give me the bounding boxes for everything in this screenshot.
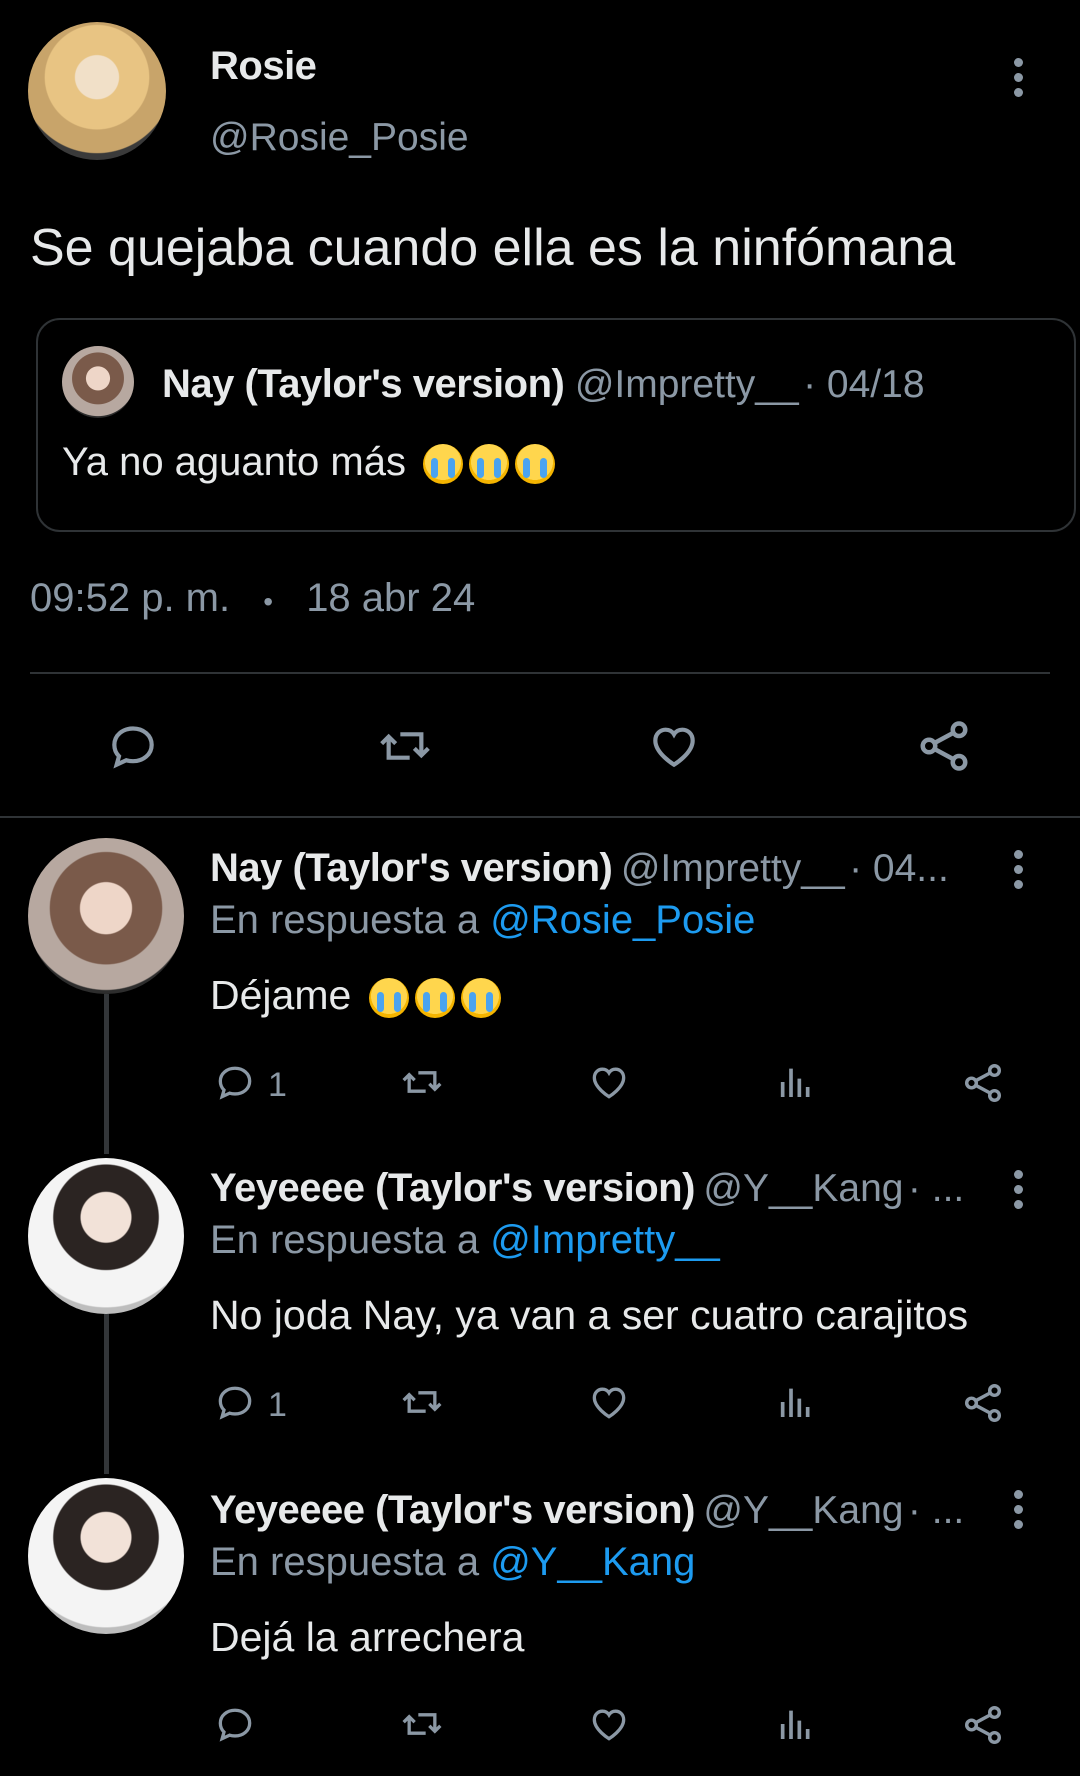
quoted-avatar <box>62 346 134 418</box>
crying-emoji-icon <box>368 978 409 1019</box>
share-button[interactable] <box>960 1060 1006 1111</box>
retweet-button[interactable] <box>396 1380 448 1429</box>
avatar[interactable] <box>28 1158 184 1314</box>
crying-emoji-icon <box>423 444 464 485</box>
reply-text: No joda Nay, ya van a ser cuatro carajit… <box>210 1292 969 1338</box>
divider <box>0 816 1080 818</box>
reply-button[interactable] <box>212 1380 258 1429</box>
reply-text: Dejá la arrechera <box>210 1614 525 1660</box>
more-options-icon[interactable] <box>1011 1170 1025 1215</box>
crying-emoji-icon <box>469 444 510 485</box>
quoted-author-name: Nay (Taylor's version) <box>162 362 565 406</box>
author-handle[interactable]: @Rosie_Posie <box>210 116 469 160</box>
reply-to-link[interactable]: @Y__Kang <box>490 1540 695 1584</box>
reply-text: Déjame <box>210 972 352 1018</box>
share-button[interactable] <box>960 1702 1006 1753</box>
reply-count: 1 <box>268 1066 287 1104</box>
author-handle[interactable]: @Impretty__ <box>621 847 845 890</box>
like-button[interactable] <box>586 1060 632 1109</box>
share-button[interactable] <box>960 1380 1006 1431</box>
reply-prefix: En respuesta a <box>210 1540 480 1584</box>
reply-button[interactable] <box>104 718 162 779</box>
author-handle[interactable]: @Y__Kang <box>703 1489 903 1532</box>
divider <box>30 672 1050 674</box>
tweet-text: Se quejaba cuando ella es la ninfómana <box>30 219 956 277</box>
thread-line <box>104 994 109 1154</box>
quoted-date: · 04/18 <box>803 363 925 406</box>
author-handle[interactable]: @Y__Kang <box>703 1167 903 1210</box>
views-button[interactable] <box>776 1704 816 1749</box>
reply-to-link[interactable]: @Rosie_Posie <box>490 898 755 942</box>
author-name[interactable]: Nay (Taylor's version) <box>210 846 613 890</box>
more-options-icon[interactable] <box>1011 1490 1025 1535</box>
retweet-button[interactable] <box>396 1060 448 1109</box>
quoted-tweet[interactable]: Nay (Taylor's version) @Impretty__ · 04/… <box>36 318 1076 532</box>
crying-emoji-icon <box>460 978 501 1019</box>
reply-to-link[interactable]: @Impretty__ <box>490 1218 720 1262</box>
share-button[interactable] <box>914 716 974 781</box>
tweet-time: 09:52 p. m. <box>30 576 231 620</box>
reply-count: 1 <box>268 1386 287 1424</box>
reply-prefix: En respuesta a <box>210 1218 480 1262</box>
author-name[interactable]: Rosie <box>210 44 317 89</box>
crying-emoji-icon <box>515 444 556 485</box>
reply-prefix: En respuesta a <box>210 898 480 942</box>
reply-date: · ... <box>907 1489 965 1532</box>
more-options-icon[interactable] <box>1011 850 1025 895</box>
reply-date: · ... <box>907 1167 965 1210</box>
retweet-button[interactable] <box>396 1702 448 1751</box>
avatar[interactable] <box>28 838 184 994</box>
tweet-date: 18 abr 24 <box>306 576 476 620</box>
reply-date: · 04... <box>849 847 949 890</box>
avatar[interactable] <box>28 1478 184 1634</box>
like-button[interactable] <box>586 1702 632 1751</box>
like-button[interactable] <box>644 718 704 779</box>
quoted-author-handle: @Impretty__ <box>574 363 799 406</box>
quoted-text: Ya no aguanto más <box>62 440 406 484</box>
retweet-button[interactable] <box>372 718 438 779</box>
views-button[interactable] <box>776 1062 816 1107</box>
author-name[interactable]: Yeyeeee (Taylor's version) <box>210 1488 695 1532</box>
more-options-icon[interactable] <box>1011 58 1025 103</box>
thread-line <box>104 1314 109 1474</box>
avatar[interactable] <box>28 22 166 160</box>
author-name[interactable]: Yeyeeee (Taylor's version) <box>210 1166 695 1210</box>
reply-button[interactable] <box>212 1060 258 1109</box>
time-separator: • <box>263 586 274 617</box>
reply-button[interactable] <box>212 1702 258 1751</box>
views-button[interactable] <box>776 1382 816 1427</box>
like-button[interactable] <box>586 1380 632 1429</box>
crying-emoji-icon <box>414 978 455 1019</box>
